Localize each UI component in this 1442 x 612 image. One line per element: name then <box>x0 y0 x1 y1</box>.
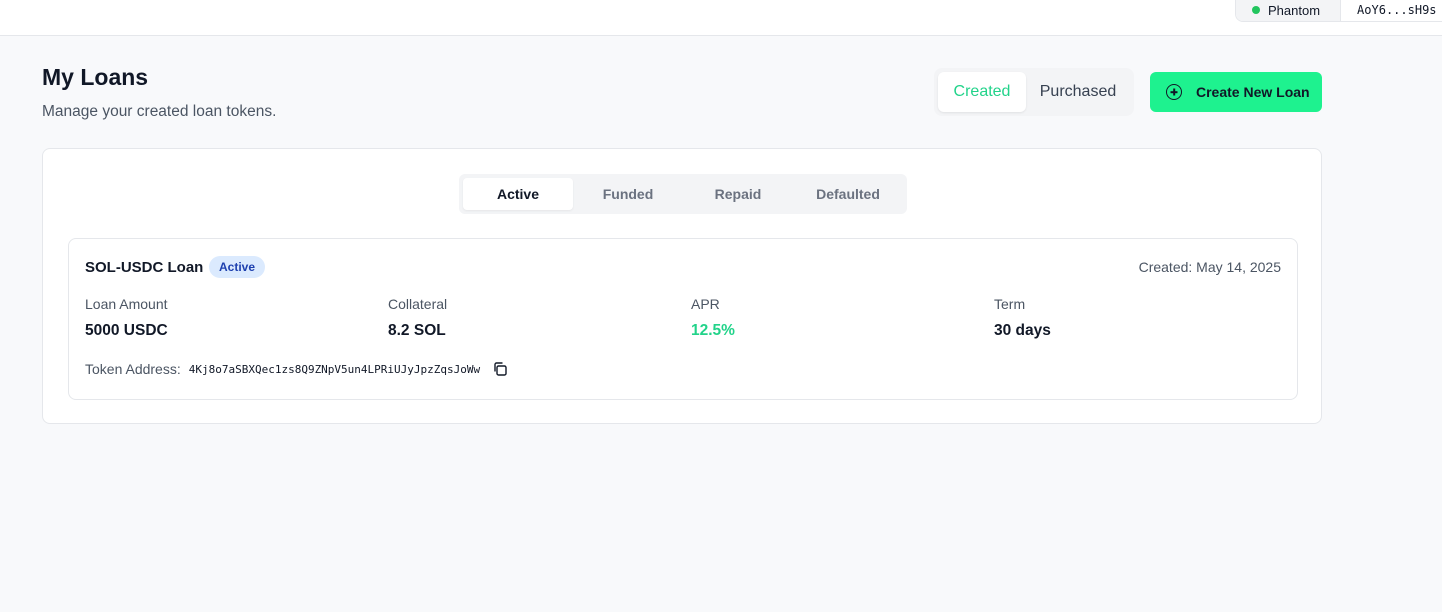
wallet-provider-label: Phantom <box>1268 2 1321 18</box>
loan-name: SOL-USDC Loan <box>85 259 204 276</box>
loans-panel: Active Funded Repaid Defaulted SOL-USDC … <box>42 148 1322 424</box>
tab-repaid[interactable]: Repaid <box>683 178 793 210</box>
tab-funded[interactable]: Funded <box>573 178 683 210</box>
metric-collateral: Collateral 8.2 SOL <box>388 296 447 340</box>
tab-defaulted[interactable]: Defaulted <box>793 178 903 210</box>
metric-apr: APR 12.5% <box>691 296 735 340</box>
wallet-connector[interactable]: Phantom AoY6...sH9s <box>1235 0 1442 22</box>
metric-value: 30 days <box>994 322 1051 339</box>
metric-loan-amount: Loan Amount 5000 USDC <box>85 296 168 340</box>
metric-value: 8.2 SOL <box>388 322 446 339</box>
token-address-row: Token Address: 4Kj8o7aSBXQec1zs8Q9ZNpV5u… <box>85 361 508 377</box>
create-new-loan-button[interactable]: Create New Loan <box>1150 72 1322 112</box>
metric-label: APR <box>691 296 720 312</box>
status-badge: Active <box>209 256 266 278</box>
page-subtitle: Manage your created loan tokens. <box>42 103 277 120</box>
status-tabs: Active Funded Repaid Defaulted <box>459 174 907 214</box>
copy-icon[interactable] <box>492 361 508 377</box>
toggle-purchased[interactable]: Purchased <box>1026 72 1130 112</box>
loan-card[interactable]: SOL-USDC Loan Active Created: May 14, 20… <box>68 238 1298 400</box>
created-date: Created: May 14, 2025 <box>1138 259 1281 275</box>
top-bar: Phantom AoY6...sH9s <box>0 0 1442 36</box>
plus-circle-icon <box>1166 84 1182 100</box>
token-address-value: 4Kj8o7aSBXQec1zs8Q9ZNpV5un4LPRiUJyJpzZqs… <box>188 362 481 376</box>
toggle-created[interactable]: Created <box>938 72 1026 112</box>
tab-active[interactable]: Active <box>463 178 573 210</box>
metric-value: 5000 USDC <box>85 322 168 339</box>
metric-term: Term 30 days <box>994 296 1051 340</box>
create-new-loan-label: Create New Loan <box>1196 84 1310 100</box>
metric-label: Collateral <box>388 296 448 312</box>
token-address-label: Token Address: <box>85 361 181 377</box>
metric-label: Term <box>994 296 1026 312</box>
connected-status-icon <box>1252 6 1260 14</box>
view-toggle: Created Purchased <box>934 68 1134 116</box>
wallet-provider[interactable]: Phantom <box>1236 0 1342 21</box>
metric-value: 12.5% <box>691 322 735 339</box>
metric-label: Loan Amount <box>85 296 168 312</box>
page-title: My Loans <box>42 64 149 90</box>
wallet-address[interactable]: AoY6...sH9s <box>1341 0 1442 21</box>
